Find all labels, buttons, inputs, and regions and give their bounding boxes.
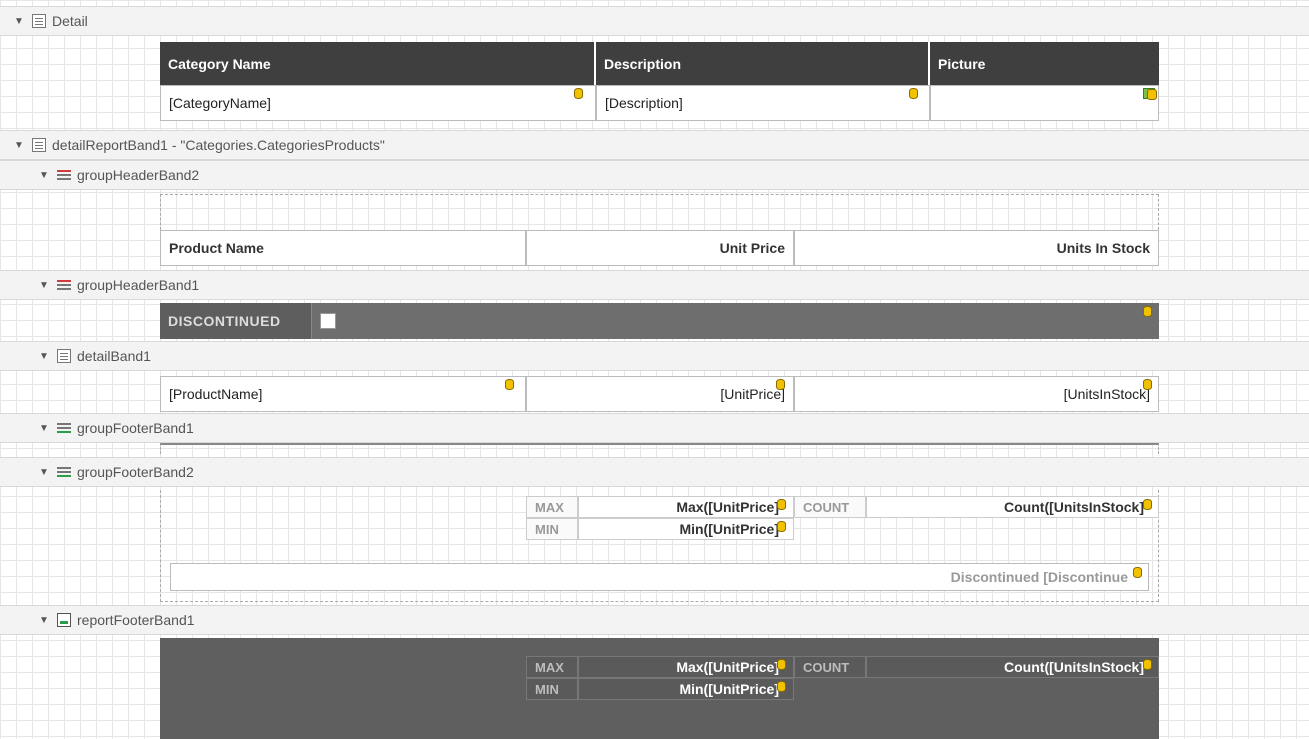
max-unit-price-total[interactable]: Max([UnitPrice] (578, 656, 794, 678)
band-header-group-footer-2[interactable]: ▼ groupFooterBand2 (0, 457, 1309, 487)
field-text: [Description] (605, 95, 683, 111)
collapse-arrow-icon[interactable]: ▼ (12, 16, 26, 27)
field-text: [ProductName] (169, 386, 263, 402)
discontinued-checkbox[interactable] (320, 313, 336, 329)
field-text: [UnitsInStock] (1063, 386, 1150, 402)
header-units-in-stock[interactable]: Units In Stock (794, 230, 1159, 266)
min-unit-price-summary[interactable]: Min([UnitPrice] (578, 518, 794, 540)
database-field-icon (777, 659, 786, 670)
min-label: MIN (526, 678, 578, 700)
collapse-arrow-icon[interactable]: ▼ (37, 280, 51, 291)
header-product-name[interactable]: Product Name (160, 230, 526, 266)
database-field-icon (1143, 659, 1152, 670)
collapse-arrow-icon[interactable]: ▼ (37, 423, 51, 434)
database-field-icon (777, 499, 786, 510)
detail-band-icon (57, 349, 71, 363)
header-picture[interactable]: Picture (930, 42, 1159, 85)
band-header-group-footer-1[interactable]: ▼ groupFooterBand1 (0, 413, 1309, 443)
discontinued-summary-field[interactable]: Discontinued [Discontinue (170, 563, 1149, 591)
count-label: COUNT (794, 656, 866, 678)
database-field-icon (505, 379, 514, 390)
band-header-group-header-1[interactable]: ▼ groupHeaderBand1 (0, 270, 1309, 300)
field-unit-price[interactable]: [UnitPrice] (526, 376, 794, 412)
band-header-detail[interactable]: ▼ Detail (0, 6, 1309, 36)
detail-report-band-icon (32, 138, 46, 152)
field-category-name[interactable]: [CategoryName] (160, 85, 596, 121)
band-title: groupHeaderBand2 (77, 167, 200, 183)
picture-field-icon (1143, 88, 1157, 100)
field-units-in-stock[interactable]: [UnitsInStock] (794, 376, 1159, 412)
count-units-in-stock-summary[interactable]: Count([UnitsInStock] (866, 496, 1159, 518)
database-field-icon (574, 88, 583, 99)
count-units-in-stock-total[interactable]: Count([UnitsInStock] (866, 656, 1159, 678)
band-title: reportFooterBand1 (77, 612, 195, 628)
min-unit-price-total[interactable]: Min([UnitPrice] (578, 678, 794, 700)
collapse-arrow-icon[interactable]: ▼ (37, 170, 51, 181)
field-text: [CategoryName] (169, 95, 271, 111)
band-title: groupFooterBand1 (77, 420, 194, 436)
group-footer-1-area (160, 443, 1159, 454)
band-title: detailBand1 (77, 348, 151, 364)
field-picture[interactable] (930, 85, 1159, 121)
header-category-name[interactable]: Category Name (160, 42, 596, 85)
min-label: MIN (526, 518, 578, 540)
max-unit-price-summary[interactable]: Max([UnitPrice] (578, 496, 794, 518)
database-field-icon (1143, 499, 1152, 510)
field-text: [UnitPrice] (720, 386, 785, 402)
collapse-arrow-icon[interactable]: ▼ (37, 615, 51, 626)
group-footer-icon (57, 421, 71, 435)
database-field-icon (777, 521, 786, 532)
band-title: Detail (52, 13, 88, 29)
band-header-group-header-2[interactable]: ▼ groupHeaderBand2 (0, 160, 1309, 190)
collapse-arrow-icon[interactable]: ▼ (12, 140, 26, 151)
group-footer-icon (57, 465, 71, 479)
field-product-name[interactable]: [ProductName] (160, 376, 526, 412)
header-description[interactable]: Description (596, 42, 930, 85)
band-title: groupHeaderBand1 (77, 277, 200, 293)
discontinued-label: DISCONTINUED (160, 303, 312, 339)
database-field-icon (909, 88, 918, 99)
group-header-icon (57, 278, 71, 292)
detail-band-icon (32, 14, 46, 28)
group-header-icon (57, 168, 71, 182)
database-field-icon (1133, 567, 1142, 578)
collapse-arrow-icon[interactable]: ▼ (37, 351, 51, 362)
header-unit-price[interactable]: Unit Price (526, 230, 794, 266)
band-header-report-footer[interactable]: ▼ reportFooterBand1 (0, 605, 1309, 635)
group-header-2-area (160, 194, 1159, 230)
max-label: MAX (526, 496, 578, 518)
band-title: groupFooterBand2 (77, 464, 194, 480)
collapse-arrow-icon[interactable]: ▼ (37, 467, 51, 478)
band-header-detail-band-1[interactable]: ▼ detailBand1 (0, 341, 1309, 371)
database-field-icon (1143, 306, 1152, 317)
max-label: MAX (526, 656, 578, 678)
band-title: detailReportBand1 - "Categories.Categori… (52, 137, 385, 153)
database-field-icon (777, 681, 786, 692)
field-text: Discontinued [Discontinue (950, 569, 1128, 585)
database-field-icon (776, 379, 785, 390)
database-field-icon (1143, 379, 1152, 390)
report-footer-icon (57, 613, 71, 627)
count-label: COUNT (794, 496, 866, 518)
band-header-detail-report[interactable]: ▼ detailReportBand1 - "Categories.Catego… (0, 130, 1309, 160)
field-description[interactable]: [Description] (596, 85, 930, 121)
